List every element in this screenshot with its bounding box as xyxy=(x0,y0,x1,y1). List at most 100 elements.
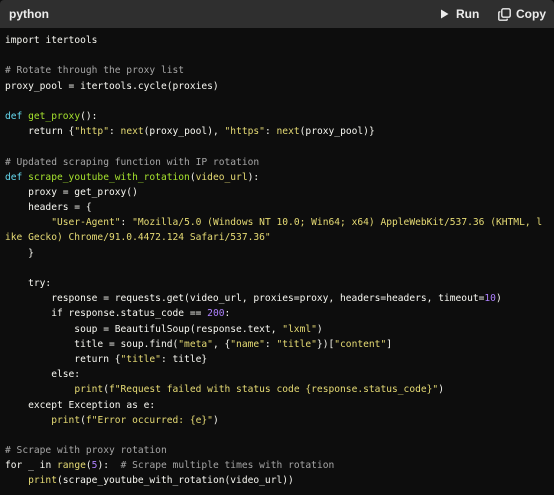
code-line: else: xyxy=(5,367,542,382)
copy-button[interactable]: Copy xyxy=(497,4,546,24)
code-line: try: xyxy=(5,276,542,291)
run-button-label: Run xyxy=(456,7,480,21)
code-token: # Rotate through the proxy list xyxy=(5,65,185,77)
code-line: for _ in range(5): # Scrape multiple tim… xyxy=(5,458,542,473)
code-token: for xyxy=(5,460,29,472)
code-token: "title" xyxy=(120,353,161,365)
code-line: except Exception as e: xyxy=(5,398,542,413)
code-line: proxy = get_proxy() xyxy=(5,185,542,200)
code-token: f"Error occurred: {e}" xyxy=(85,414,213,426)
code-token: : xyxy=(108,126,121,138)
code-token: : xyxy=(264,126,277,138)
copy-icon xyxy=(497,7,511,21)
code-token: proxy = get_proxy() xyxy=(5,186,138,198)
code-line: # Rotate through the proxy list xyxy=(5,63,542,78)
code-token: def xyxy=(5,110,29,122)
code-line: } xyxy=(5,246,542,261)
code-line: return {"title": title} xyxy=(5,352,542,367)
language-label: python xyxy=(9,7,49,21)
code-token: _ xyxy=(28,460,40,472)
code-token: next xyxy=(276,126,300,138)
code-token: get_proxy xyxy=(28,110,81,122)
code-token: print xyxy=(51,414,81,426)
code-token: ) xyxy=(438,384,444,396)
code-token: ): xyxy=(247,171,260,183)
code-token: })[ xyxy=(316,338,335,350)
code-token: title = soup.find( xyxy=(5,338,179,350)
code-token: in xyxy=(39,460,57,472)
code-token: "Mozilla/5.0 (Windows NT 10.0; Win64; x6… xyxy=(132,217,543,229)
code-token: else: xyxy=(5,369,81,381)
run-button[interactable]: Run xyxy=(437,4,479,24)
code-token: f"Request failed with status code {respo… xyxy=(108,384,439,396)
code-line: headers = { xyxy=(5,200,542,215)
code-token: : xyxy=(224,308,231,320)
code-token: "meta" xyxy=(178,338,213,350)
code-token: "title" xyxy=(276,338,317,350)
code-block-header: python Run Copy xyxy=(0,0,554,28)
code-token: import xyxy=(5,35,46,46)
code-token: itertools xyxy=(45,35,98,46)
code-line: print(f"Error occurred: {e}") xyxy=(5,413,542,428)
code-token: as xyxy=(126,399,144,411)
code-token: scrape_youtube_with_rotation xyxy=(28,171,190,183)
code-token: def xyxy=(5,171,29,183)
code-token: 10 xyxy=(484,293,496,305)
code-token: ) xyxy=(316,323,323,335)
code-token: "https" xyxy=(224,126,265,138)
code-token: (scrape_youtube_with_rotation(video_url)… xyxy=(57,475,294,487)
code-token: "User-Agent" xyxy=(51,217,121,229)
code-token: (): xyxy=(80,110,98,122)
code-token: } xyxy=(5,247,34,259)
code-token: return xyxy=(5,353,115,365)
code-token: ike Gecko) Chrome/91.0.4472.124 Safari/5… xyxy=(5,232,271,244)
code-line: title = soup.find("meta", {"name": "titl… xyxy=(5,337,542,352)
code-token: "name" xyxy=(230,338,265,350)
code-line: ike Gecko) Chrome/91.0.4472.124 Safari/5… xyxy=(5,230,542,245)
code-token: (proxy_pool)} xyxy=(299,126,375,138)
code-line: proxy_pool = itertools.cycle(proxies) xyxy=(5,79,542,94)
code-token: next xyxy=(120,126,144,138)
code-line: "User-Agent": "Mozilla/5.0 (Windows NT 1… xyxy=(5,215,542,230)
code-token: return xyxy=(5,126,69,138)
code-line: print(scrape_youtube_with_rotation(video… xyxy=(5,473,542,488)
code-token: proxy_pool = itertools.cycle(proxies) xyxy=(5,80,219,92)
code-block: python Run Copy import itertools # Rotat… xyxy=(0,0,554,495)
code-token: "lxml" xyxy=(282,323,317,335)
code-token: video_url xyxy=(195,171,248,183)
code-token: ] xyxy=(386,338,393,350)
code-line: print(f"Request failed with status code … xyxy=(5,382,542,397)
code-line: if response.status_code == 200: xyxy=(5,306,542,321)
code-token: # Scrape with proxy rotation xyxy=(5,445,167,457)
code-line: def scrape_youtube_with_rotation(video_u… xyxy=(5,170,542,185)
code-token: # Scrape multiple times with rotation xyxy=(120,460,335,472)
code-token: print xyxy=(28,475,57,487)
code-token: ) xyxy=(495,293,502,305)
code-token: soup = BeautifulSoup(response.text, xyxy=(5,323,283,335)
code-line: def get_proxy(): xyxy=(5,109,542,124)
code-line: # Updated scraping function with IP rota… xyxy=(5,155,542,170)
code-token: "content" xyxy=(334,338,387,350)
code-token: print xyxy=(74,384,104,396)
code-line: soup = BeautifulSoup(response.text, "lxm… xyxy=(5,322,542,337)
code-token: 200 xyxy=(207,308,225,320)
code-line: response = requests.get(video_url, proxi… xyxy=(5,291,542,306)
code-line: # Scrape with proxy rotation xyxy=(5,443,542,458)
code-token: : xyxy=(264,338,277,350)
code-token: ) xyxy=(212,414,219,426)
code-token: ): xyxy=(97,460,121,472)
code-token: response.status_code == xyxy=(68,308,208,320)
code-token: except xyxy=(5,399,69,411)
copy-button-label: Copy xyxy=(516,7,546,21)
code-token: , { xyxy=(212,338,231,350)
